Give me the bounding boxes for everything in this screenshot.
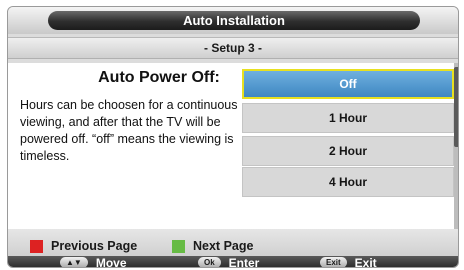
green-square-icon [172,239,185,253]
exit-key-icon: Exit [320,257,347,267]
previous-page-key[interactable]: Previous Page [30,239,137,253]
nav-hint-bar: ▲▼ Move Ok Enter Exit Exit [8,255,458,268]
nav-move: ▲▼ Move [60,255,127,268]
setting-description: Hours can be choosen for a continuous vi… [20,98,238,163]
option-off[interactable]: Off [242,69,454,99]
nav-exit-label: Exit [354,255,377,268]
tv-menu-screen: Auto Installation - Setup 3 - Auto Power… [7,6,459,268]
next-page-label: Next Page [193,239,254,253]
scrollbar[interactable] [454,63,458,229]
setup-step-label: - Setup 3 - [8,37,458,59]
option-2-hour[interactable]: 2 Hour [242,136,454,166]
scrollbar-thumb[interactable] [454,67,458,147]
title-bar: Auto Installation [8,7,458,34]
next-page-key[interactable]: Next Page [172,239,253,253]
ok-key-icon: Ok [198,257,221,267]
red-square-icon [30,239,43,253]
option-4-hour[interactable]: 4 Hour [242,167,454,197]
nav-move-label: Move [95,255,127,268]
settings-panel: Auto Power Off: Hours can be choosen for… [8,63,454,229]
previous-page-label: Previous Page [51,239,138,253]
nav-exit: Exit Exit [320,255,377,268]
menu-title: Auto Installation [48,11,420,30]
option-1-hour[interactable]: 1 Hour [242,103,454,133]
nav-enter-label: Enter [228,255,260,268]
nav-enter: Ok Enter [198,255,260,268]
setting-heading: Auto Power Off: [98,69,220,86]
updown-arrows-icon: ▲▼ [60,257,88,267]
